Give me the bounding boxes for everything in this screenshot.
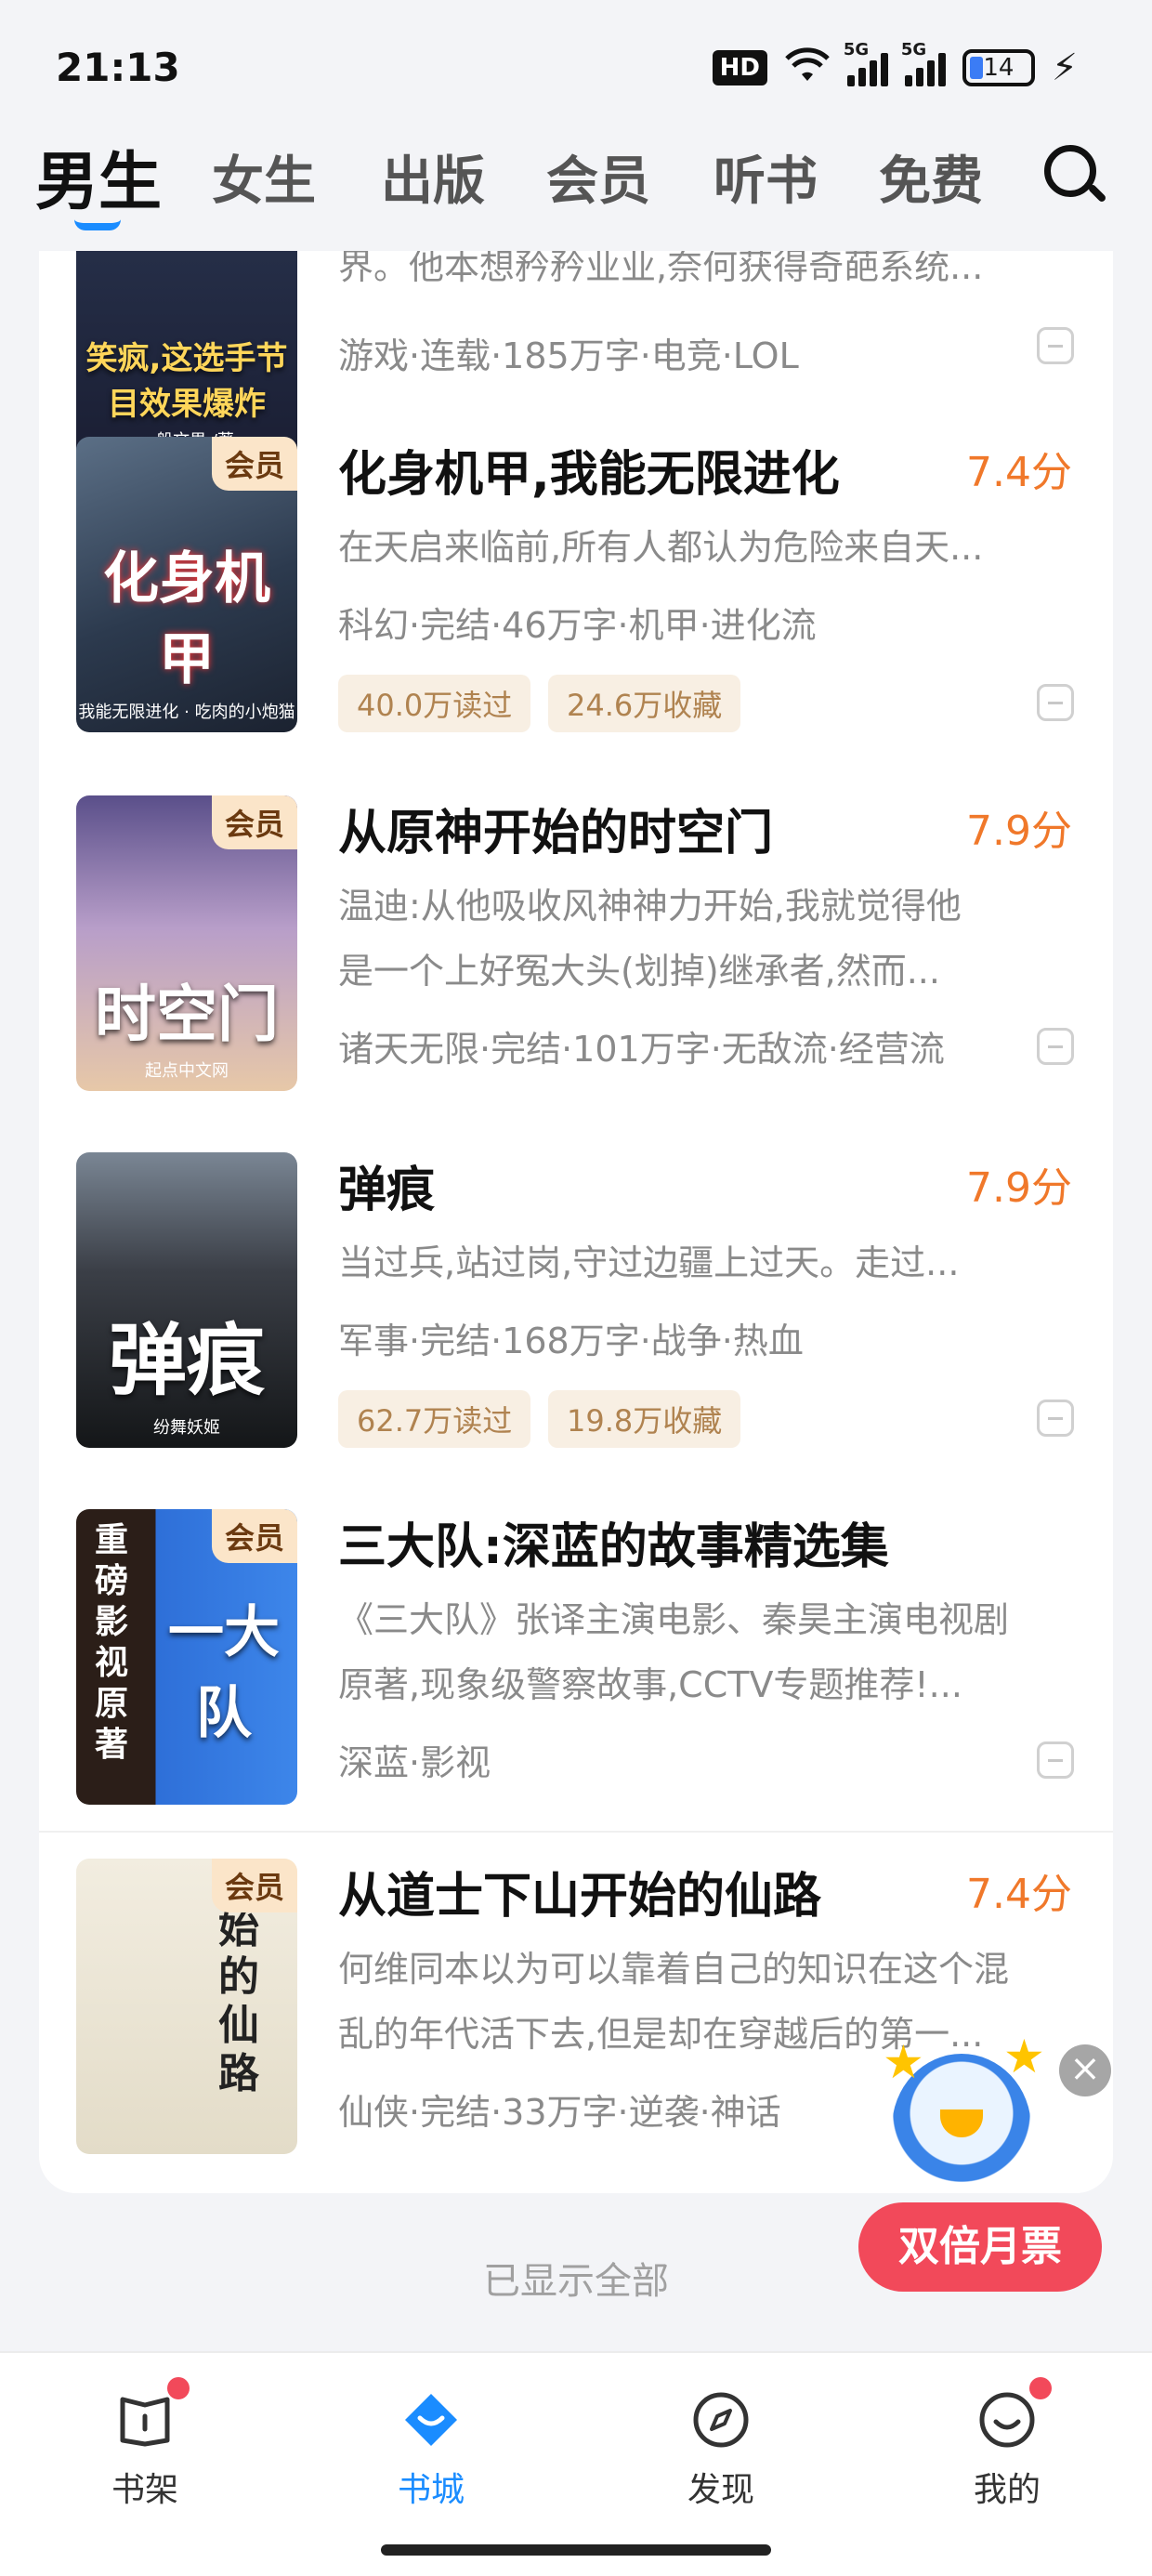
tab-audiobook[interactable]: 听书 <box>713 139 818 215</box>
notification-dot <box>1029 2377 1052 2399</box>
category-tabs: 男生 女生 出版 会员 听书 免费 <box>0 130 1152 251</box>
close-icon[interactable]: × <box>1059 2044 1111 2096</box>
status-icons: HD 5G 5G 14 ⚡ <box>712 40 1078 91</box>
wifi-icon <box>784 47 831 88</box>
book-title: 从原神开始的时空门 <box>338 806 774 861</box>
book-meta: 仙侠·完结·33万字·逆袭·神话 <box>338 2092 781 2133</box>
book-description-line-2: 原著,现象级警察故事,CCTV专题推荐!... <box>338 1664 962 1705</box>
active-tab-indicator <box>74 219 121 230</box>
nav-label: 发现 <box>687 2471 754 2509</box>
nav-bookshelf[interactable]: 书架 <box>71 2377 219 2511</box>
tab-female[interactable]: 女生 <box>212 139 316 215</box>
nav-profile[interactable]: 我的 <box>933 2377 1081 2511</box>
promo-widget[interactable]: ★ ★ × 双倍月票 <box>855 2026 1111 2305</box>
signal-icon: 5G <box>844 40 888 86</box>
nav-label: 书城 <box>397 2471 465 2509</box>
book-meta: 军事·完结·168万字·战争·热血 <box>338 1321 804 1361</box>
book-description-line-1: 温迪:从他吸收风神神力开始,我就觉得他 <box>338 886 962 927</box>
tab-publish[interactable]: 出版 <box>381 139 485 215</box>
notification-dot <box>167 2377 190 2399</box>
book-description: 当过兵,站过岗,守过边疆上过天。走过... <box>338 1242 960 1283</box>
compass-icon <box>691 2390 751 2450</box>
tab-male[interactable]: 男生 <box>35 130 162 222</box>
book-cover[interactable]: 始的仙路 会员 <box>76 1859 297 2154</box>
bottom-nav: 书架 书城 发现 我的 <box>0 2351 1152 2576</box>
book-description: 在天启来临前,所有人都认为危险来自天... <box>338 527 984 568</box>
home-indicator[interactable] <box>381 2544 771 2556</box>
signal-icon-2: 5G <box>901 40 946 86</box>
book-title: 化身机甲,我能无限进化 <box>338 447 840 503</box>
nav-label: 书架 <box>111 2471 178 2509</box>
book-meta: 诸天无限·完结·101万字·无敌流·经营流 <box>338 1029 945 1070</box>
dismiss-icon[interactable] <box>1037 684 1074 721</box>
book-score: 7.9分 <box>966 1164 1072 1212</box>
list-item[interactable]: 重磅影视原著 一大队 会员 三大队:深蓝的故事精选集 《三大队》张译主演电影、秦… <box>39 1509 1113 1844</box>
dismiss-icon[interactable] <box>1037 1400 1074 1437</box>
nav-bookstore[interactable]: 书城 <box>357 2390 505 2511</box>
book-title: 从道士下山开始的仙路 <box>338 1869 822 1925</box>
battery-icon: 14 <box>962 49 1035 86</box>
list-item[interactable]: 时空门 起点中文网 会员 从原神开始的时空门 7.9分 温迪:从他吸收风神神力开… <box>39 795 1113 1130</box>
vip-badge: 会员 <box>211 437 297 491</box>
book-cover[interactable]: 重磅影视原著 一大队 会员 <box>76 1509 297 1805</box>
hd-icon: HD <box>712 50 767 85</box>
reads-tag: 62.7万读过 <box>338 1390 531 1448</box>
divider <box>39 1831 1113 1833</box>
tab-member[interactable]: 会员 <box>546 139 650 215</box>
book-description-line-1: 何维同本以为可以靠着自己的知识在这个混 <box>338 1949 1010 1990</box>
book-cover[interactable]: 时空门 起点中文网 会员 <box>76 795 297 1091</box>
dismiss-icon[interactable] <box>1037 327 1074 364</box>
book-score: 7.4分 <box>966 1871 1072 1918</box>
status-time: 21:13 <box>56 45 180 90</box>
vip-badge: 会员 <box>211 1509 297 1563</box>
star-icon: ★ <box>1003 2030 1045 2083</box>
book-description-line-1: 《三大队》张译主演电影、秦昊主演电视剧 <box>338 1599 1010 1640</box>
book-list: 笑疯,这选手节目效果爆炸 一般文男 /著 界。他本想矜矜业业,奈何获得奇葩系统.… <box>39 251 1113 2193</box>
dismiss-icon[interactable] <box>1037 1028 1074 1065</box>
book-cover[interactable]: 化身机甲 我能无限进化 · 吃肉的小炮猫 会员 <box>76 437 297 732</box>
book-cover[interactable]: 弹痕 纷舞妖姬 <box>76 1152 297 1448</box>
nav-discover[interactable]: 发现 <box>647 2390 795 2511</box>
book-score: 7.4分 <box>966 449 1072 496</box>
favorites-tag: 19.8万收藏 <box>548 1390 741 1448</box>
bookshelf-icon <box>115 2377 190 2450</box>
charging-icon: ⚡ <box>1051 46 1078 89</box>
book-cover[interactable]: 笑疯,这选手节目效果爆炸 一般文男 /著 <box>76 251 297 461</box>
favorites-tag: 24.6万收藏 <box>548 675 741 732</box>
book-description-line-2: 是一个上好冤大头(划掉)继承者,然而... <box>338 951 940 992</box>
vip-badge: 会员 <box>211 1859 297 1912</box>
reads-tag: 40.0万读过 <box>338 675 531 732</box>
vip-badge: 会员 <box>211 795 297 849</box>
double-ticket-button[interactable]: 双倍月票 <box>858 2202 1102 2292</box>
book-title: 三大队:深蓝的故事精选集 <box>338 1519 889 1575</box>
bookstore-icon <box>401 2390 461 2450</box>
list-item[interactable]: 弹痕 纷舞妖姬 弹痕 7.9分 当过兵,站过岗,守过边疆上过天。走过... 军事… <box>39 1152 1113 1487</box>
book-score: 7.9分 <box>966 808 1072 855</box>
profile-icon <box>977 2377 1052 2450</box>
star-icon: ★ <box>883 2035 924 2089</box>
book-meta: 科幻·完结·46万字·机甲·进化流 <box>338 605 817 646</box>
book-description: 界。他本想矜矜业业,奈何获得奇葩系统... <box>338 251 984 287</box>
book-meta: 游戏·连载·185万字·电竞·LOL <box>338 335 799 376</box>
status-bar: 21:13 HD 5G 5G 14 ⚡ <box>0 0 1152 121</box>
list-item[interactable]: 化身机甲 我能无限进化 · 吃肉的小炮猫 会员 化身机甲,我能无限进化 7.4分… <box>39 437 1113 771</box>
tab-free[interactable]: 免费 <box>879 139 983 215</box>
search-icon[interactable] <box>1041 141 1107 206</box>
nav-label: 我的 <box>973 2471 1041 2509</box>
book-meta: 深蓝·影视 <box>338 1742 491 1783</box>
book-title: 弹痕 <box>338 1163 436 1218</box>
dismiss-icon[interactable] <box>1037 1741 1074 1779</box>
list-item[interactable]: 笑疯,这选手节目效果爆炸 一般文男 /著 界。他本想矜矜业业,奈何获得奇葩系统.… <box>39 251 1113 461</box>
